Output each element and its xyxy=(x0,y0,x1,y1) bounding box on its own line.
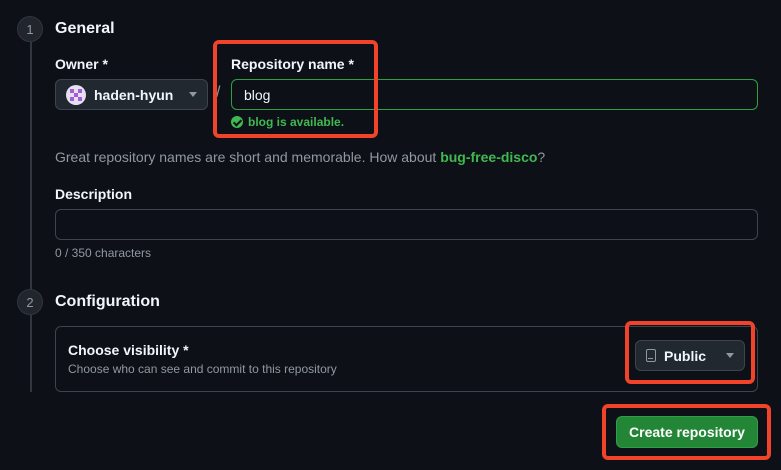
hint-suffix: ? xyxy=(537,149,546,165)
avatar xyxy=(66,84,86,105)
step-connector-line xyxy=(30,42,32,290)
owner-label: Owner * xyxy=(55,56,108,72)
visibility-dropdown[interactable]: Public xyxy=(635,340,745,371)
create-repository-button[interactable]: Create repository xyxy=(616,416,758,448)
chevron-down-icon xyxy=(726,353,734,358)
visibility-title: Choose visibility * xyxy=(68,342,189,358)
description-label: Description xyxy=(55,186,133,202)
new-repository-form: 1 General Owner * haden-hyun / Repositor… xyxy=(0,0,781,470)
step-2-badge: 2 xyxy=(17,289,43,315)
visibility-selected: Public xyxy=(664,347,707,364)
suggested-name-link[interactable]: bug-free-disco xyxy=(440,149,537,165)
step-connector-line-2 xyxy=(30,315,32,392)
name-suggestion-hint: Great repository names are short and mem… xyxy=(55,149,545,165)
visibility-subtitle: Choose who can see and commit to this re… xyxy=(68,362,337,376)
repository-name-input[interactable] xyxy=(231,79,758,110)
owner-dropdown[interactable]: haden-hyun xyxy=(55,79,208,110)
availability-text: blog is available. xyxy=(248,115,345,129)
owner-repo-separator: / xyxy=(216,84,221,101)
chevron-down-icon xyxy=(189,92,197,97)
hint-text: Great repository names are short and mem… xyxy=(55,149,441,165)
availability-status: blog is available. xyxy=(231,115,344,129)
section-title-general: General xyxy=(55,20,115,37)
description-input[interactable] xyxy=(55,209,758,240)
description-character-count: 0 / 350 characters xyxy=(55,246,152,260)
owner-name: haden-hyun xyxy=(94,86,174,103)
section-title-configuration: Configuration xyxy=(55,293,160,310)
visibility-card: Choose visibility * Choose who can see a… xyxy=(55,326,758,392)
check-circle-icon xyxy=(231,116,243,128)
repository-name-label: Repository name * xyxy=(231,56,354,72)
repo-icon xyxy=(646,349,656,362)
step-1-badge: 1 xyxy=(17,16,43,42)
